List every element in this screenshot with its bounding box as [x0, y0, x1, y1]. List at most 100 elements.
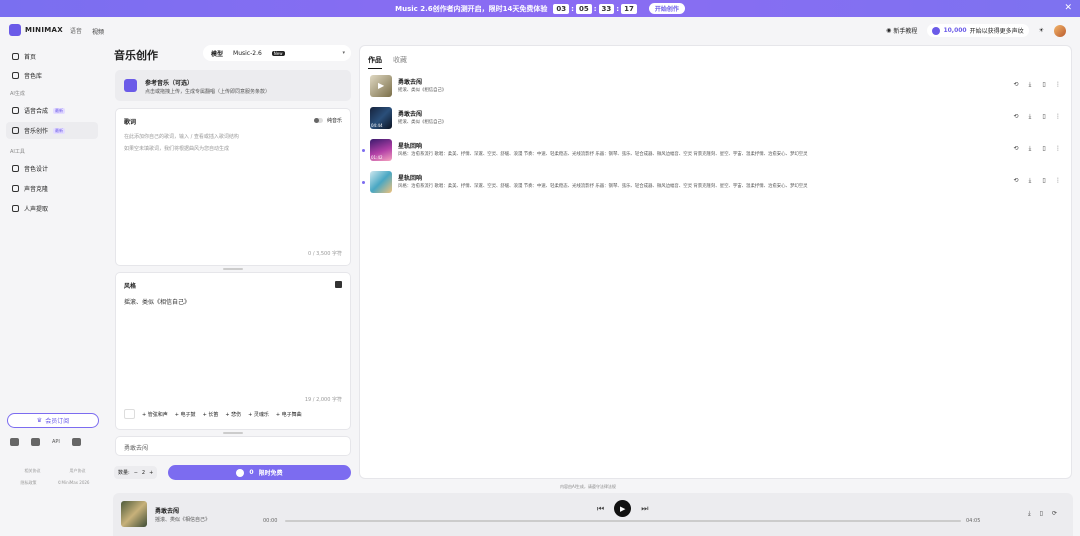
player-title: 勇敢去闯 — [155, 508, 180, 515]
play-button[interactable]: ▶ — [614, 500, 632, 517]
list-item[interactable]: 04:44 勇敢去闯 摇滚、类似《相信自己》 ⟲ ⤓ ▯ ⋮ — [360, 107, 1073, 133]
song-cover[interactable] — [370, 171, 392, 193]
sidebar-item-voice-clone[interactable]: 声音克隆 — [6, 180, 98, 197]
shuffle-icon[interactable] — [124, 409, 135, 419]
list-item[interactable]: ▶ 勇敢去闯 摇滚、类似《相信自己》 ⟲ ⤓ ▯ ⋮ — [360, 75, 1073, 101]
song-duration: 04:44 — [371, 123, 383, 128]
bookmark-icon[interactable]: ▯ — [1040, 510, 1043, 518]
more-icon[interactable]: ⋮ — [1055, 82, 1061, 88]
discord-icon[interactable] — [10, 438, 19, 446]
download-icon[interactable]: ⤓ — [1027, 178, 1033, 184]
api-link[interactable]: API — [52, 439, 60, 445]
download-icon[interactable]: ⤓ — [1027, 146, 1033, 152]
download-icon[interactable]: ⤓ — [1027, 82, 1033, 88]
remix-icon[interactable]: ⟲ — [1013, 114, 1019, 120]
list-item[interactable]: 星轨回响 风格：治愈系流行 歌唱：柔美、抒情、深邃、空灵、舒缓、浪漫 节奏：中速… — [360, 171, 1073, 197]
minus-icon[interactable]: − — [134, 470, 138, 476]
page-title: 音乐创作 — [114, 49, 158, 62]
sidebar-item-home[interactable]: 首页 — [6, 48, 98, 65]
remix-icon[interactable]: ⟲ — [1013, 82, 1019, 88]
sidebar-item-label: 首页 — [24, 54, 37, 61]
create-button[interactable]: 0 限时免费 — [168, 465, 351, 480]
sidebar-item-music[interactable]: 音乐创作 最新 — [6, 122, 98, 139]
song-title-input[interactable]: 勇敢去闯 — [115, 436, 351, 456]
sidebar-item-voice-design[interactable]: 音色设计 — [6, 160, 98, 177]
model-select[interactable]: 模型 Music-2.6 New ▾ — [203, 45, 351, 61]
style-tag[interactable]: + 悲伤 — [225, 411, 241, 418]
create-count: 0 — [249, 469, 254, 476]
user-avatar[interactable] — [1054, 24, 1066, 37]
copy-icon[interactable] — [335, 281, 342, 288]
more-icon[interactable]: ⋮ — [1055, 178, 1061, 184]
player-cover[interactable] — [121, 501, 147, 527]
style-tag[interactable]: + 电子舞曲 — [276, 411, 302, 418]
next-icon[interactable]: ⏭ — [641, 504, 648, 514]
more-icon[interactable]: ⋮ — [1055, 114, 1061, 120]
reference-music-upload[interactable]: 参考音乐（可选） 点击或拖拽上传，生成专属翻唱（上传即同意服务条款） — [115, 70, 351, 101]
style-input[interactable]: 摇滚、类似《相信自己》 — [124, 297, 190, 306]
download-icon[interactable]: ⤓ — [1028, 510, 1031, 518]
tab-works[interactable]: 作品 — [368, 55, 382, 69]
remix-icon[interactable]: ⟲ — [1013, 178, 1019, 184]
style-tag[interactable]: + 电子鼓 — [175, 411, 196, 418]
collapse-sidebar-icon[interactable] — [71, 438, 81, 446]
time-total: 04:05 — [966, 518, 981, 524]
link-user-agreement[interactable]: 用户协议 — [70, 465, 86, 477]
toggle-switch-icon — [313, 118, 323, 123]
chevron-down-icon: ▾ — [342, 50, 345, 56]
quantity-stepper[interactable]: 数量: − 2 + — [114, 466, 158, 479]
plus-icon[interactable]: + — [149, 470, 153, 476]
progress-bar[interactable] — [285, 520, 961, 522]
song-title: 勇敢去闯 — [398, 79, 423, 86]
song-cover[interactable]: 01:42 — [370, 139, 392, 161]
link-privacy[interactable]: 隐私政策 — [21, 477, 37, 489]
list-item[interactable]: 01:42 星轨回响 风格：治愈系流行 歌唱：柔美、抒情、深邃、空灵、舒缓、浪漫… — [360, 139, 1073, 165]
style-tag[interactable]: + 灵魂乐 — [248, 411, 269, 418]
tutorial-label: 新手教程 — [893, 28, 918, 35]
lyrics-input[interactable]: 在此添加你自己的歌词，输入 / 查看或插入歌词结构 如果空未填歌词，我们将根据曲… — [124, 131, 239, 155]
sidebar-item-voice-library[interactable]: 音色库 — [6, 67, 98, 84]
lyrics-placeholder-1: 在此添加你自己的歌词，输入 / 查看或插入歌词结构 — [124, 134, 239, 140]
credit-icon — [236, 468, 245, 477]
remix-icon[interactable]: ⟲ — [1013, 146, 1019, 152]
create-label: 限时免费 — [258, 470, 283, 477]
sidebar-item-speech[interactable]: 语音合成 最新 — [6, 102, 98, 119]
clone-icon — [12, 185, 19, 192]
start-creating-button[interactable]: 开始创作 — [648, 3, 685, 14]
previous-icon[interactable]: ⏮ — [597, 504, 604, 514]
member-subscribe-button[interactable]: ♛ 会员订阅 — [7, 413, 99, 428]
loop-icon[interactable]: ⟳ — [1052, 510, 1057, 518]
theme-toggle-icon[interactable]: ☀ — [1039, 27, 1044, 34]
bookmark-icon[interactable]: ▯ — [1041, 114, 1047, 120]
credits-badge[interactable]: 10,000 开始以获得更多声纹 — [927, 24, 1029, 37]
style-tag[interactable]: + 管弦和声 — [142, 411, 168, 418]
song-desc: 风格：治愈系流行 歌唱：柔美、抒情、深邃、空灵、舒缓、浪漫 节奏：中速、轻柔稳态… — [398, 184, 808, 189]
bookmark-icon[interactable]: ▯ — [1041, 146, 1047, 152]
bookmark-icon[interactable]: ▯ — [1041, 82, 1047, 88]
song-cover[interactable]: 04:44 — [370, 107, 392, 129]
wechat-icon[interactable] — [31, 438, 40, 446]
link-agreements[interactable]: 相关协议 — [25, 465, 41, 477]
style-tag[interactable]: + 长笛 — [203, 411, 219, 418]
resize-handle[interactable] — [223, 268, 243, 270]
tutorial-link[interactable]: ◉ 新手教程 — [886, 26, 917, 35]
sidebar-item-vocal-extract[interactable]: 人声提取 — [6, 200, 98, 217]
nav-video-tab[interactable]: 视频 — [92, 27, 104, 36]
extract-icon — [12, 205, 19, 212]
song-title: 星轨回响 — [398, 175, 423, 182]
bookmark-icon[interactable]: ▯ — [1041, 178, 1047, 184]
download-icon[interactable]: ⤓ — [1027, 114, 1033, 120]
brand-sub: 语音 — [69, 27, 82, 35]
tab-favorites[interactable]: 收藏 — [393, 55, 407, 69]
close-icon[interactable]: ✕ — [1064, 3, 1072, 13]
voice-design-icon — [12, 165, 19, 172]
instrumental-toggle[interactable]: 纯音乐 — [313, 117, 342, 124]
minimax-logo-icon — [9, 24, 21, 36]
song-actions: ⟲ ⤓ ▯ ⋮ — [1013, 114, 1061, 120]
logo[interactable]: MINIMAX 语音 — [9, 24, 82, 36]
song-desc: 摇滚、类似《相信自己》 — [398, 88, 447, 93]
resize-handle[interactable] — [223, 432, 243, 434]
model-new-badge: New — [271, 50, 285, 56]
more-icon[interactable]: ⋮ — [1055, 146, 1061, 152]
song-cover[interactable]: ▶ — [370, 75, 392, 97]
